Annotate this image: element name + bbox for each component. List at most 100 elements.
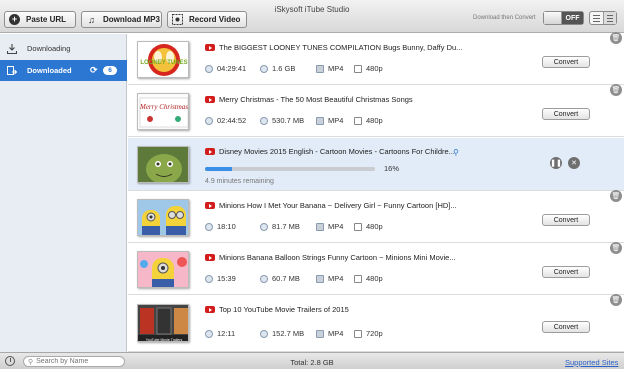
duration: 12:11 xyxy=(217,329,236,338)
film-icon xyxy=(316,329,324,338)
youtube-icon xyxy=(205,148,215,155)
list-item-downloading[interactable]: Disney Movies 2015 English - Cartoon Mov… xyxy=(128,138,624,191)
resolution-icon xyxy=(354,222,362,231)
clock-icon xyxy=(205,329,213,338)
list-item[interactable]: Minions Banana Balloon Strings Funny Car… xyxy=(128,242,624,295)
resolution: 480p xyxy=(366,222,383,231)
video-thumbnail[interactable]: YouTube Movie Trailers xyxy=(137,304,189,342)
resolution-icon xyxy=(354,274,362,283)
video-title-text: The BIGGEST LOONEY TUNES COMPILATION Bug… xyxy=(219,43,463,52)
trash-icon[interactable]: 🗑 xyxy=(610,84,622,96)
list-item[interactable]: Minions How I Met Your Banana ~ Delivery… xyxy=(128,190,624,243)
list-item[interactable]: LOONEY TUNES The BIGGEST LOONEY TUNES CO… xyxy=(128,32,624,85)
resolution-icon xyxy=(354,116,362,125)
resolution: 480p xyxy=(366,64,383,73)
sidebar-item-label: Downloading xyxy=(27,44,71,53)
convert-button[interactable]: Convert xyxy=(542,321,590,333)
compact-view-icon[interactable] xyxy=(602,12,616,24)
download-percent: 16% xyxy=(384,164,400,173)
trash-icon[interactable]: 🗑 xyxy=(610,294,622,306)
record-icon xyxy=(172,14,183,25)
video-thumbnail[interactable] xyxy=(137,146,189,183)
toggle-state: OFF xyxy=(562,12,583,24)
clock-icon xyxy=(205,274,213,283)
plus-icon: + xyxy=(9,14,20,25)
trash-icon[interactable]: 🗑 xyxy=(610,190,622,202)
file-size: 1.6 GB xyxy=(272,64,296,73)
video-title: Minions How I Met Your Banana ~ Delivery… xyxy=(205,201,457,210)
total-size: Total: 2.8 GB xyxy=(290,358,334,367)
trash-icon[interactable]: 🗑 xyxy=(610,242,622,254)
view-mode-switch xyxy=(589,11,617,25)
cancel-icon[interactable]: ✕ xyxy=(568,157,580,169)
resolution: 480p xyxy=(366,274,383,283)
downloaded-count-badge: 6 xyxy=(103,66,117,75)
thumbnail-logo-text: YouTube Movie Trailers xyxy=(146,338,183,342)
convert-toggle[interactable]: OFF xyxy=(543,11,584,25)
toggle-knob xyxy=(544,12,562,24)
sidebar-item-downloading[interactable]: Downloading xyxy=(0,38,127,59)
download-mp3-label: Download MP3 xyxy=(103,15,160,24)
resolution-icon xyxy=(354,329,362,338)
file-size: 81.7 MB xyxy=(272,222,300,231)
file-size: 152.7 MB xyxy=(272,329,305,338)
file-size: 60.7 MB xyxy=(272,274,300,283)
convert-button[interactable]: Convert xyxy=(542,266,590,278)
refresh-icon[interactable]: ⟳ xyxy=(90,65,98,76)
pause-icon[interactable]: ❚❚ xyxy=(550,157,562,169)
youtube-icon xyxy=(205,96,215,103)
video-thumbnail[interactable] xyxy=(137,199,189,236)
sidebar-item-downloaded[interactable]: Downloaded ⟳ 6 xyxy=(0,60,127,81)
format: MP4 xyxy=(328,222,344,231)
video-thumbnail[interactable]: LOONEY TUNES xyxy=(137,41,189,78)
duration: 15:39 xyxy=(217,274,236,283)
video-title-text: Disney Movies 2015 English - Cartoon Mov… xyxy=(219,147,455,156)
convert-button[interactable]: Convert xyxy=(542,108,590,120)
film-icon xyxy=(316,274,324,283)
paste-url-label: Paste URL xyxy=(26,15,67,24)
video-title-text: Minions Banana Balloon Strings Funny Car… xyxy=(219,253,456,262)
sidebar-item-label: Downloaded xyxy=(27,66,72,75)
list-view-icon[interactable] xyxy=(590,12,603,24)
video-title: Merry Christmas - The 50 Most Beautiful … xyxy=(205,95,413,104)
trash-icon[interactable]: 🗑 xyxy=(610,32,622,44)
search-icon[interactable]: ⚲ xyxy=(453,148,459,157)
disk-icon xyxy=(260,274,268,283)
list-item[interactable]: YouTube Movie Trailers Top 10 YouTube Mo… xyxy=(128,294,624,352)
video-title: Minions Banana Balloon Strings Funny Car… xyxy=(205,253,456,262)
youtube-icon xyxy=(205,254,215,261)
record-video-label: Record Video xyxy=(189,15,241,24)
convert-button[interactable]: Convert xyxy=(542,214,590,226)
status-bar: ⚲ Total: 2.8 GB Supported Sites xyxy=(0,352,624,369)
format: MP4 xyxy=(328,64,344,73)
disk-icon xyxy=(260,222,268,231)
video-title-text: Merry Christmas - The 50 Most Beautiful … xyxy=(219,95,413,104)
duration: 04:29:41 xyxy=(217,64,247,73)
thumbnail-logo-text: LOONEY TUNES xyxy=(140,60,187,66)
video-title: The BIGGEST LOONEY TUNES COMPILATION Bug… xyxy=(205,43,462,52)
convert-button[interactable]: Convert xyxy=(542,56,590,68)
time-remaining: 4.9 minutes remaining xyxy=(205,178,274,185)
toolbar: iSkysoft iTube Studio + Paste URL ♫ Down… xyxy=(0,0,624,33)
video-list: LOONEY TUNES The BIGGEST LOONEY TUNES CO… xyxy=(128,32,624,352)
format: MP4 xyxy=(328,329,344,338)
disk-icon xyxy=(260,116,268,125)
video-thumbnail[interactable] xyxy=(137,251,189,288)
video-thumbnail[interactable]: Merry Christmas xyxy=(137,93,189,130)
download-then-convert-label: Download then Convert xyxy=(473,15,536,21)
record-video-button[interactable]: Record Video xyxy=(167,11,247,28)
download-progress-bar xyxy=(205,167,375,171)
youtube-icon xyxy=(205,202,215,209)
video-title-text: Top 10 YouTube Movie Trailers of 2015 xyxy=(219,305,349,314)
sidebar: Downloading Downloaded ⟳ 6 xyxy=(0,34,127,352)
paste-url-button[interactable]: + Paste URL xyxy=(4,11,76,28)
download-progress-fill xyxy=(205,167,233,171)
supported-sites-link[interactable]: Supported Sites xyxy=(565,358,618,367)
film-icon xyxy=(316,116,324,125)
download-icon xyxy=(7,43,17,54)
download-mp3-button[interactable]: ♫ Download MP3 xyxy=(81,11,162,28)
list-item[interactable]: Merry Christmas Merry Christmas - The 50… xyxy=(128,84,624,137)
clock-icon xyxy=(205,64,213,73)
downloaded-list-icon xyxy=(7,65,17,76)
video-title-text: Minions How I Met Your Banana ~ Delivery… xyxy=(219,201,457,210)
